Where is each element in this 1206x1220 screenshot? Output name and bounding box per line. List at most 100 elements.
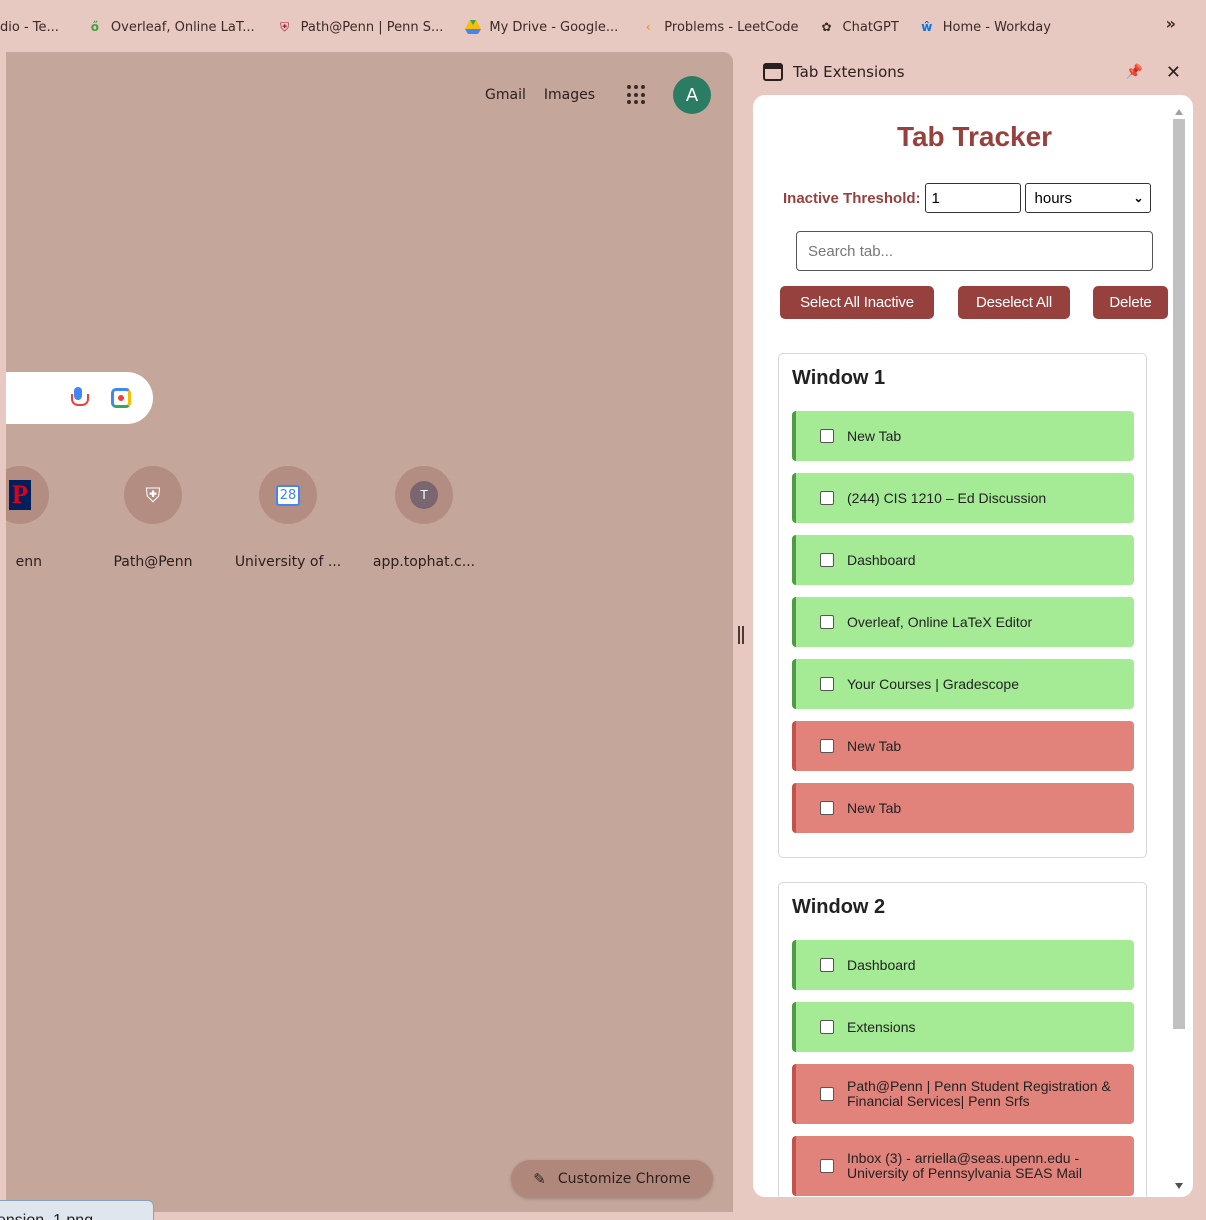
- new-tab-page: Gmail Images A P enn ⛨ Path@Penn 28 Univ…: [6, 52, 733, 1212]
- shortcut-label: University of ...: [234, 554, 342, 570]
- bookmarks-bar: dio - Te... ő Overleaf, Online LaT... ⛨ …: [0, 0, 1206, 54]
- chevron-down-icon: ⌄: [1133, 191, 1144, 205]
- tab-row[interactable]: New Tab: [792, 783, 1134, 833]
- bookmark-label: Path@Penn | Penn S...: [300, 19, 444, 35]
- penn-shield-icon: ⛨: [280, 19, 290, 34]
- tab-title: New Tab: [847, 799, 902, 816]
- threshold-value-input[interactable]: [924, 183, 1021, 213]
- tab-checkbox[interactable]: [820, 1087, 834, 1101]
- search-tab-input[interactable]: [796, 231, 1153, 271]
- app-title: Tab Tracker: [896, 121, 1053, 152]
- google-apps-grid-icon[interactable]: [627, 85, 647, 105]
- tab-title: Path@Penn | Penn Student Registration & …: [847, 1078, 1111, 1109]
- tab-checkbox[interactable]: [820, 739, 834, 753]
- penn-logo-icon: P: [6, 466, 49, 524]
- tab-row[interactable]: Overleaf, Online LaTeX Editor: [792, 597, 1134, 647]
- tab-row[interactable]: Path@Penn | Penn Student Registration & …: [792, 1064, 1134, 1124]
- deselect-all-button[interactable]: Deselect All: [958, 286, 1070, 319]
- shortcut-label: Path@Penn: [113, 554, 193, 570]
- tophat-letter-icon: T: [395, 466, 453, 524]
- bookmark-label: dio - Te...: [0, 19, 59, 35]
- more-bookmarks-chevron-icon[interactable]: »: [1166, 14, 1176, 33]
- tab-title: Overleaf, Online LaTeX Editor: [847, 613, 1033, 630]
- threshold-unit-select[interactable]: hours ⌄: [1024, 183, 1151, 213]
- images-link[interactable]: Images: [544, 87, 595, 103]
- tab-checkbox[interactable]: [820, 1020, 834, 1034]
- pin-icon[interactable]: 📌: [1126, 64, 1143, 80]
- tab-row[interactable]: New Tab: [792, 721, 1134, 771]
- shortcut-label: enn: [15, 554, 42, 570]
- tab-title: New Tab: [847, 737, 902, 754]
- window-card: Window 2 Dashboard Extensions Path@Penn …: [778, 882, 1147, 1197]
- bookmark-label: Home - Workday: [942, 19, 1051, 35]
- tab-row[interactable]: Dashboard: [792, 535, 1134, 585]
- bookmark-overleaf[interactable]: ő Overleaf, Online LaT...: [81, 13, 261, 41]
- download-file-tab[interactable]: ension_1.png: [0, 1200, 154, 1220]
- bookmark-google-drive[interactable]: My Drive - Google...: [459, 13, 624, 41]
- penn-shield-icon: ⛨: [124, 466, 182, 524]
- pencil-icon: ✎: [533, 1170, 546, 1188]
- tab-row[interactable]: New Tab: [792, 411, 1134, 461]
- bookmark-label: ChatGPT: [842, 19, 899, 35]
- tab-row[interactable]: Dashboard: [792, 940, 1134, 990]
- tab-title: Extensions: [847, 1018, 916, 1035]
- bookmark-label: My Drive - Google...: [489, 19, 619, 35]
- scroll-up-arrow-icon[interactable]: [1175, 109, 1183, 115]
- tab-tracker-panel: Tab Tracker Inactive Threshold: hours ⌄ …: [753, 95, 1193, 1197]
- tab-checkbox[interactable]: [820, 958, 834, 972]
- google-lens-icon[interactable]: [111, 388, 131, 408]
- ntp-top-links: Gmail Images A: [485, 76, 711, 114]
- bookmark-chatgpt[interactable]: ✿ ChatGPT: [813, 13, 905, 41]
- microphone-icon[interactable]: [71, 387, 89, 409]
- leetcode-icon: ‹: [645, 20, 651, 34]
- extension-window-icon: [763, 63, 783, 81]
- google-calendar-icon: 28: [259, 466, 317, 524]
- shortcut-penn[interactable]: P enn: [6, 466, 80, 570]
- tab-title: Inbox (3) - arriella@seas.upenn.edu - Un…: [847, 1150, 1082, 1181]
- window-card: Window 1 New Tab (244) CIS 1210 – Ed Dis…: [778, 353, 1147, 858]
- bookmark-path-at-penn[interactable]: ⛨ Path@Penn | Penn S...: [271, 13, 450, 41]
- overleaf-icon: ő: [90, 20, 100, 34]
- tab-title: Dashboard: [847, 551, 916, 568]
- shortcut-tophat[interactable]: T app.tophat.c...: [364, 466, 484, 570]
- customize-chrome-button[interactable]: ✎ Customize Chrome: [511, 1160, 713, 1198]
- tab-title: New Tab: [847, 427, 902, 444]
- workday-icon: ŵ: [921, 20, 933, 34]
- select-all-inactive-button[interactable]: Select All Inactive: [780, 286, 934, 319]
- tab-checkbox[interactable]: [820, 429, 834, 443]
- tab-checkbox[interactable]: [820, 553, 834, 567]
- tab-row[interactable]: (244) CIS 1210 – Ed Discussion: [792, 473, 1134, 523]
- scroll-thumb[interactable]: [1173, 119, 1185, 1029]
- panel-scrollbar[interactable]: [1171, 109, 1187, 1197]
- shortcut-university-calendar[interactable]: 28 University of ...: [228, 466, 348, 570]
- tab-checkbox[interactable]: [820, 677, 834, 691]
- tab-checkbox[interactable]: [820, 1159, 834, 1173]
- tab-row[interactable]: Extensions: [792, 1002, 1134, 1052]
- side-panel-title: Tab Extensions: [793, 63, 905, 81]
- google-drive-icon: [465, 19, 482, 35]
- tab-checkbox[interactable]: [820, 801, 834, 815]
- chatgpt-icon: ✿: [821, 20, 832, 34]
- shortcut-path-at-penn[interactable]: ⛨ Path@Penn: [93, 466, 213, 570]
- side-panel-resize-handle[interactable]: [738, 626, 746, 644]
- account-avatar[interactable]: A: [673, 76, 711, 114]
- tab-row[interactable]: Your Courses | Gradescope: [792, 659, 1134, 709]
- bookmark-leetcode[interactable]: ‹ Problems - LeetCode: [634, 13, 804, 41]
- threshold-unit-value: hours: [1034, 189, 1073, 207]
- window-title: Window 1: [792, 367, 886, 389]
- tab-title: Dashboard: [847, 956, 916, 973]
- bookmark-label: Problems - LeetCode: [664, 19, 799, 35]
- tab-checkbox[interactable]: [820, 491, 834, 505]
- scroll-down-arrow-icon[interactable]: [1175, 1183, 1183, 1189]
- google-search-box[interactable]: [6, 372, 153, 424]
- tab-checkbox[interactable]: [820, 615, 834, 629]
- tab-title: (244) CIS 1210 – Ed Discussion: [847, 489, 1047, 506]
- shortcut-label: app.tophat.c...: [372, 554, 476, 570]
- tab-row[interactable]: Inbox (3) - arriella@seas.upenn.edu - Un…: [792, 1136, 1134, 1196]
- bookmark-workday[interactable]: ŵ Home - Workday: [913, 13, 1057, 41]
- customize-chrome-label: Customize Chrome: [557, 1171, 691, 1187]
- delete-button[interactable]: Delete: [1093, 286, 1168, 319]
- close-icon[interactable]: ✕: [1166, 62, 1181, 83]
- bookmark-studio[interactable]: dio - Te...: [0, 13, 65, 41]
- gmail-link[interactable]: Gmail: [485, 87, 526, 103]
